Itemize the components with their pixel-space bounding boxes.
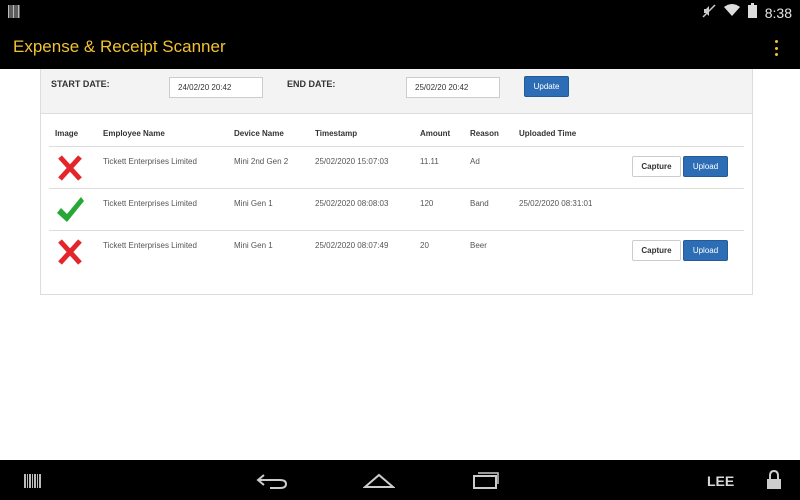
start-date-input[interactable]: 24/02/20 20:42 (169, 77, 263, 98)
table-row: Tickett Enterprises Limited Mini Gen 1 2… (49, 188, 744, 230)
date-filter-panel: START DATE: 24/02/20 20:42 END DATE: 25/… (41, 69, 752, 114)
upload-button[interactable]: Upload (683, 240, 728, 261)
amount-cell: 120 (420, 199, 434, 208)
battery-icon (747, 3, 757, 23)
main-content: START DATE: 24/02/20 20:42 END DATE: 25/… (0, 69, 800, 460)
end-date-label: END DATE: (287, 79, 336, 89)
cross-icon (55, 234, 85, 268)
header-amount: Amount (420, 129, 451, 138)
receipts-card: START DATE: 24/02/20 20:42 END DATE: 25/… (40, 69, 753, 295)
recents-icon[interactable] (472, 470, 500, 495)
uploaded-time-cell: 25/02/2020 08:31:01 (519, 199, 593, 208)
reason-cell: Ad (470, 157, 480, 166)
header-uploaded-time: Uploaded Time (519, 129, 577, 138)
header-employee-name: Employee Name (103, 129, 165, 138)
table-row: Tickett Enterprises Limited Mini Gen 1 2… (49, 230, 744, 272)
employee-name-cell: Tickett Enterprises Limited (103, 157, 197, 166)
reason-cell: Band (470, 199, 489, 208)
user-label: LEE (707, 473, 735, 489)
employee-name-cell: Tickett Enterprises Limited (103, 199, 197, 208)
amount-cell: 11.11 (420, 157, 439, 166)
lock-icon[interactable] (766, 469, 782, 495)
header-image: Image (55, 129, 79, 138)
device-name-cell: Mini 2nd Gen 2 (234, 157, 289, 166)
status-icons: 8:38 (702, 3, 792, 23)
back-icon[interactable] (256, 473, 288, 494)
header-timestamp: Timestamp (315, 129, 358, 138)
device-name-cell: Mini Gen 1 (234, 241, 273, 250)
app-title: Expense & Receipt Scanner (13, 37, 226, 56)
cross-icon (55, 150, 85, 184)
timestamp-cell: 25/02/2020 15:07:03 (315, 157, 389, 166)
header-device-name: Device Name (234, 129, 284, 138)
barcode-icon[interactable] (24, 474, 42, 493)
upload-button[interactable]: Upload (683, 156, 728, 177)
end-date-input[interactable]: 25/02/20 20:42 (406, 77, 500, 98)
amount-cell: 20 (420, 241, 429, 250)
capture-button[interactable]: Capture (632, 156, 681, 177)
app-screen: 8:38 Expense & Receipt Scanner START DAT… (0, 0, 800, 500)
timestamp-cell: 25/02/2020 08:07:49 (315, 241, 389, 250)
table-row: Tickett Enterprises Limited Mini 2nd Gen… (49, 146, 744, 188)
navigation-bar: LEE (0, 460, 800, 500)
device-name-cell: Mini Gen 1 (234, 199, 273, 208)
update-button[interactable]: Update (524, 76, 569, 97)
reason-cell: Beer (470, 241, 487, 250)
capture-button[interactable]: Capture (632, 240, 681, 261)
header-reason: Reason (470, 129, 499, 138)
barcode-notification-icon (8, 5, 20, 23)
check-icon (55, 192, 85, 226)
action-bar: Expense & Receipt Scanner (0, 24, 800, 69)
employee-name-cell: Tickett Enterprises Limited (103, 241, 197, 250)
timestamp-cell: 25/02/2020 08:08:03 (315, 199, 389, 208)
home-icon[interactable] (362, 472, 396, 495)
start-date-label: START DATE: (51, 79, 110, 89)
overflow-menu-icon[interactable] (772, 40, 780, 56)
status-bar: 8:38 (0, 0, 800, 24)
wifi-icon (723, 4, 740, 22)
status-time: 8:38 (764, 5, 792, 21)
mute-icon (702, 3, 716, 23)
